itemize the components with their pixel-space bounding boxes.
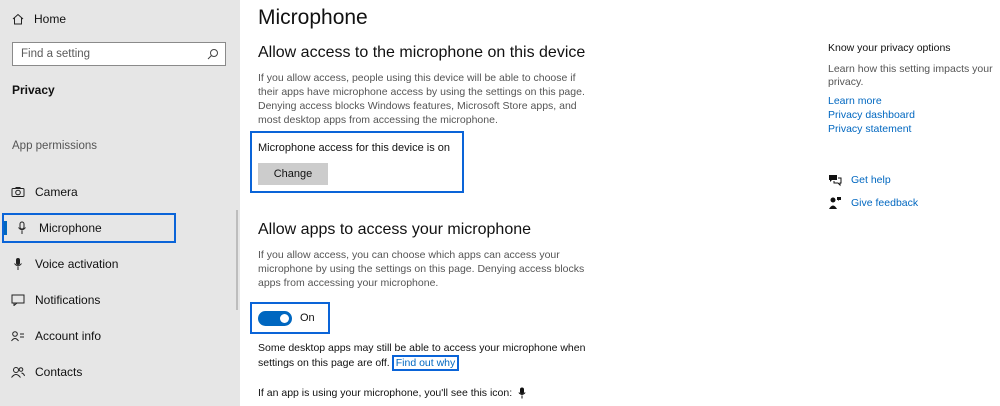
apps-access-toggle-panel: On: [250, 302, 330, 334]
sidebar-item-label: Notifications: [35, 293, 101, 307]
microphone-icon: [15, 221, 29, 235]
home-label: Home: [34, 12, 67, 26]
toggle-knob: [280, 313, 289, 323]
privacy-dashboard-link[interactable]: Privacy dashboard: [828, 109, 915, 121]
privacy-statement-link[interactable]: Privacy statement: [828, 123, 911, 135]
give-feedback-label: Give feedback: [851, 197, 919, 209]
search-placeholder: Find a setting: [21, 48, 91, 60]
account-info-icon: [11, 329, 25, 343]
device-access-panel: Microphone access for this device is on …: [250, 131, 464, 193]
voice-activation-icon: [11, 257, 25, 271]
privacy-options-title: Know your privacy options: [828, 42, 951, 54]
sidebar-scrollbar[interactable]: [236, 210, 238, 310]
microphone-in-use-icon: [518, 387, 526, 399]
sidebar-item-camera[interactable]: Camera: [0, 178, 240, 206]
sidebar-item-label: Contacts: [35, 365, 83, 379]
desktop-apps-note: Some desktop apps may still be able to a…: [258, 341, 618, 371]
mic-icon-note-text: If an app is using your microphone, you'…: [258, 387, 513, 399]
subsection-title-app-permissions: App permissions: [12, 140, 98, 152]
sidebar-item-voice-activation[interactable]: Voice activation: [0, 250, 240, 278]
device-access-status: Microphone access for this device is on: [258, 142, 450, 154]
notifications-icon: [11, 293, 25, 307]
sidebar-item-account-info[interactable]: Account info: [0, 322, 240, 350]
sidebar-item-contacts[interactable]: Contacts: [0, 358, 240, 386]
get-help-label: Get help: [851, 174, 891, 186]
mic-icon-note: If an app is using your microphone, you'…: [258, 387, 526, 399]
contacts-icon: [11, 365, 25, 379]
search-input[interactable]: Find a setting: [12, 42, 226, 66]
camera-icon: [11, 185, 25, 199]
device-access-heading: Allow access to the microphone on this d…: [258, 44, 586, 61]
learn-more-link[interactable]: Learn more: [828, 95, 882, 107]
apps-access-heading: Allow apps to access your microphone: [258, 221, 532, 238]
give-feedback-icon: [828, 196, 842, 210]
change-button[interactable]: Change: [258, 163, 328, 185]
find-out-why-link[interactable]: Find out why: [391, 355, 460, 371]
get-help-icon: [828, 173, 842, 187]
privacy-options-text: Learn how this setting impacts your priv…: [828, 63, 993, 88]
toggle-state-label: On: [300, 312, 315, 324]
active-indicator: [4, 221, 7, 235]
sidebar-item-label: Camera: [35, 185, 78, 199]
section-title-privacy: Privacy: [12, 83, 55, 97]
home-icon: [12, 13, 24, 25]
sidebar-item-label: Account info: [35, 329, 102, 343]
give-feedback-link[interactable]: Give feedback: [828, 196, 918, 210]
sidebar-item-label: Microphone: [39, 221, 102, 235]
device-access-description: If you allow access, people using this d…: [258, 72, 585, 126]
get-help-link[interactable]: Get help: [828, 173, 891, 187]
sidebar-item-notifications[interactable]: Notifications: [0, 286, 240, 314]
sidebar: Home Find a setting Privacy App permissi…: [0, 0, 240, 406]
home-link[interactable]: Home: [12, 10, 66, 28]
sidebar-item-microphone[interactable]: Microphone: [2, 213, 176, 243]
page-title: Microphone: [258, 6, 368, 29]
search-icon[interactable]: [207, 48, 219, 60]
apps-access-description: If you allow access, you can choose whic…: [258, 249, 585, 289]
apps-access-toggle[interactable]: [258, 310, 292, 326]
sidebar-item-label: Voice activation: [35, 257, 119, 271]
